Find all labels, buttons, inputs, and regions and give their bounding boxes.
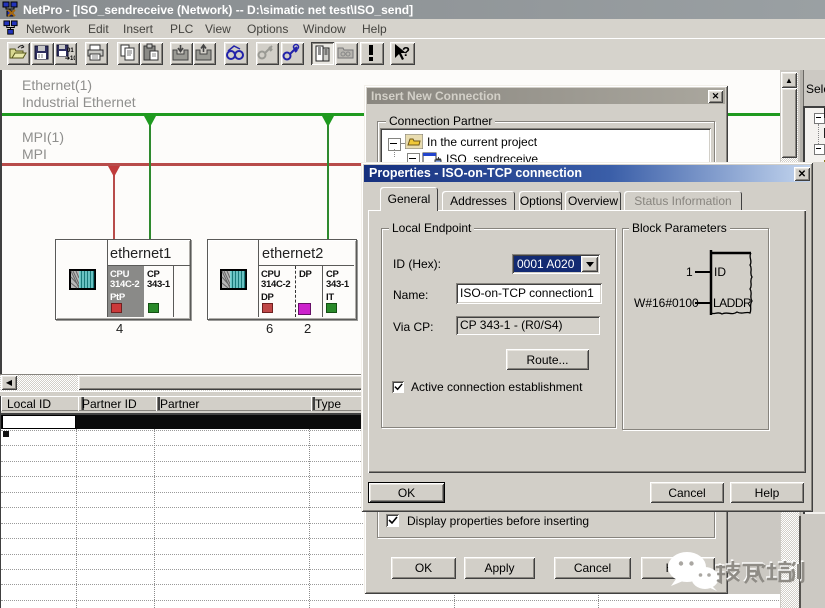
svg-text:?: ? bbox=[402, 44, 410, 59]
svg-text:➔10: ➔10 bbox=[65, 56, 75, 62]
svg-text:01: 01 bbox=[67, 48, 74, 54]
